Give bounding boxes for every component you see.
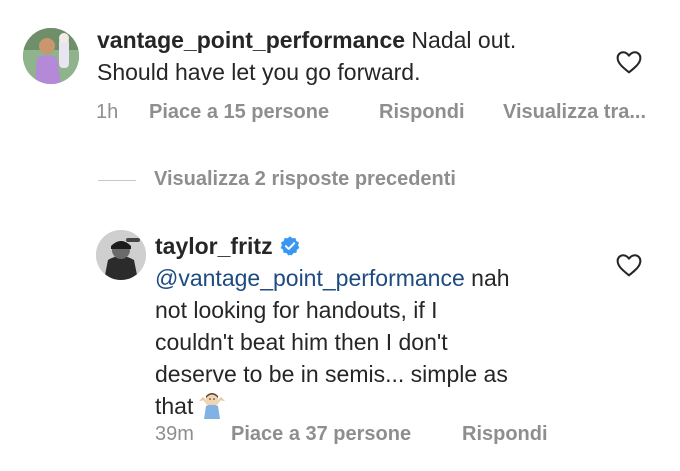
heart-icon[interactable] [616,50,642,74]
reply-username[interactable]: taylor_fritz [155,233,273,259]
reply-button[interactable]: Rispondi [379,101,465,124]
reply-timestamp: 39m [155,423,194,445]
comment-1: vantage_point_performance Nadal out. Sho… [0,0,680,150]
reply-body-line2: not looking for handouts, if I [155,297,438,323]
avatar[interactable] [23,28,79,84]
reply-body-line4: deserve to be in semis... simple as [155,361,508,387]
divider-line [98,180,136,181]
likes-count-link[interactable]: Piace a 37 persone [231,423,411,446]
reply-body-line1: nah [471,265,510,291]
verified-badge-icon [280,236,299,256]
comment-timestamp: 1h [96,101,119,123]
comment-username[interactable]: vantage_point_performance [97,27,405,53]
reply-body-line5: that [155,393,194,419]
comment-2: taylor_fritz @vantage_point_performance … [0,220,680,471]
translate-link[interactable]: Visualizza tra... [503,101,646,124]
heart-icon[interactable] [616,253,642,277]
reply-body-line3: couldn't beat him then I don't [155,329,448,355]
reply-button[interactable]: Rispondi [462,423,548,446]
comment-text: vantage_point_performance Nadal out. Sho… [97,24,597,88]
avatar[interactable] [96,230,146,280]
comment-body-line2: Should have let you go forward. [97,59,421,85]
likes-count-link[interactable]: Piace a 15 persone [149,101,329,124]
reply-meta: 39m Piace a 37 persone Rispondi [155,423,680,449]
person-shrugging-emoji [199,393,226,419]
comment-meta: 1h Piace a 15 persone Rispondi Visualizz… [96,101,680,127]
comment-body-line1: Nadal out. [411,27,517,53]
view-replies-label[interactable]: Visualizza 2 risposte precedenti [154,168,456,191]
reply-text: taylor_fritz @vantage_point_performance … [155,230,615,422]
mention-link[interactable]: @vantage_point_performance [155,265,465,291]
